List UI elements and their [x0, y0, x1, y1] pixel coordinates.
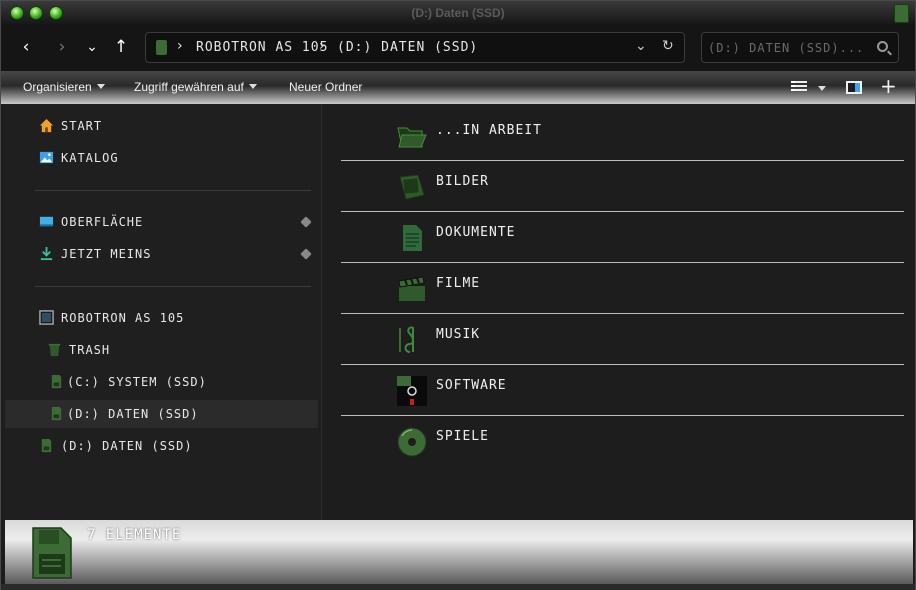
sidebar-item-computer[interactable]: ROBOTRON AS 105 [5, 304, 318, 332]
drive-icon [32, 527, 72, 579]
drive-icon [156, 40, 167, 55]
drive-icon [51, 406, 62, 421]
explorer-window: (D:) Daten (SSD) ‹ › ⌄ ↑ › ROBOTRON AS 1… [0, 0, 916, 590]
search-box[interactable] [701, 32, 899, 63]
item-name: SOFTWARE [436, 378, 507, 393]
search-input[interactable] [708, 39, 868, 57]
command-bar: Organisieren Zugriff gewähren auf Neuer … [1, 71, 915, 104]
sidebar-item-drive-d-2[interactable]: (D:) DATEN (SSD) [5, 432, 318, 460]
gallery-icon [39, 151, 54, 164]
list-item-dokumente[interactable]: DOKUMENTE [341, 212, 904, 263]
sidebar-item-label: START [61, 119, 103, 133]
item-name: BILDER [436, 174, 489, 189]
list-item-musik[interactable]: MUSIK [341, 314, 904, 365]
floppy-icon [397, 376, 427, 406]
trash-icon [48, 343, 61, 357]
sidebar-item-katalog[interactable]: KATALOG [5, 144, 318, 172]
download-icon [40, 246, 53, 261]
drive-icon [894, 4, 909, 23]
drive-icon [51, 374, 62, 389]
window-title: (D:) Daten (SSD) [411, 6, 505, 20]
sidebar-item-jetzt-meins[interactable]: JETZT MEINS [5, 240, 318, 268]
divider [35, 286, 311, 287]
details-pane: 7 ELEMENTE [5, 520, 913, 584]
pin-icon[interactable] [300, 248, 312, 260]
sidebar-item-drive-c[interactable]: (C:) SYSTEM (SSD) [5, 368, 318, 396]
up-button[interactable]: ↑ [110, 36, 132, 58]
sidebar-item-label: (C:) SYSTEM (SSD) [67, 375, 207, 389]
share-menu[interactable]: Zugriff gewähren auf [134, 80, 257, 94]
address-bar[interactable]: › ROBOTRON AS 105 › (D:) DATEN (SSD) ⌄ ↻ [145, 32, 685, 63]
list-item-bilder[interactable]: BILDER [341, 161, 904, 212]
item-name: ...IN ARBEIT [436, 123, 542, 138]
open-folder-icon [397, 127, 427, 148]
drive-icon [41, 438, 52, 453]
clapperboard-icon [398, 276, 425, 301]
forward-button[interactable]: › [51, 36, 73, 58]
sidebar-item-oberflaeche[interactable]: OBERFLÄCHE [5, 208, 318, 236]
chevron-down-icon [248, 84, 257, 89]
home-icon [39, 118, 54, 133]
organise-label: Organisieren [23, 80, 92, 94]
new-folder-button[interactable]: Neuer Ordner [289, 80, 362, 94]
disc-icon [397, 427, 427, 457]
item-count: 7 ELEMENTE [87, 527, 182, 543]
breadcrumb-separator[interactable]: › [177, 38, 183, 54]
item-name: SPIELE [436, 429, 489, 444]
sidebar-item-start[interactable]: START [5, 112, 318, 140]
preview-pane-icon[interactable] [846, 81, 862, 94]
refresh-button[interactable]: ↻ [662, 38, 674, 54]
sidebar-item-label: (D:) DATEN (SSD) [61, 439, 193, 453]
computer-icon [39, 310, 54, 325]
list-item-software[interactable]: SOFTWARE [341, 365, 904, 416]
chevron-down-icon[interactable] [818, 86, 826, 91]
pin-icon[interactable] [300, 216, 312, 228]
item-name: FILME [436, 276, 481, 291]
back-button[interactable]: ‹ [15, 36, 37, 58]
file-list: ...IN ARBEIT BILDER DOKUMENTE FILME MUSI… [323, 104, 915, 520]
pictures-icon [399, 174, 425, 200]
breadcrumb-computer[interactable]: ROBOTRON AS 105 [196, 40, 328, 55]
desktop-icon [39, 216, 54, 227]
navigation-pane: START KATALOG OBERFLÄCHE JETZT MEINS ROB… [5, 104, 322, 520]
list-item-filme[interactable]: FILME [341, 263, 904, 314]
organise-menu[interactable]: Organisieren [23, 80, 105, 94]
window-border [1, 584, 915, 590]
documents-icon [403, 225, 422, 251]
add-icon[interactable]: + [880, 76, 897, 96]
sidebar-item-label: ROBOTRON AS 105 [61, 311, 185, 325]
divider [35, 190, 311, 191]
sidebar-item-label: OBERFLÄCHE [61, 215, 144, 229]
breadcrumb-separator[interactable]: › [319, 38, 325, 54]
breadcrumb-drive[interactable]: (D:) DATEN (SSD) [337, 40, 478, 55]
view-options-icon[interactable] [791, 81, 807, 95]
sidebar-item-label: JETZT MEINS [61, 247, 152, 261]
sidebar-item-trash[interactable]: TRASH [5, 336, 318, 364]
item-name: DOKUMENTE [436, 225, 516, 240]
sidebar-item-label: TRASH [69, 343, 111, 357]
search-icon[interactable] [877, 41, 888, 52]
list-item-spiele[interactable]: SPIELE [341, 416, 904, 467]
chevron-down-icon [96, 84, 105, 89]
sidebar-item-label: (D:) DATEN (SSD) [67, 407, 199, 421]
title-bar: (D:) Daten (SSD) [1, 1, 915, 26]
recent-locations-button[interactable]: ⌄ [81, 36, 103, 58]
navigation-bar: ‹ › ⌄ ↑ › ROBOTRON AS 105 › (D:) DATEN (… [1, 26, 915, 71]
item-name: MUSIK [436, 327, 481, 342]
sidebar-item-label: KATALOG [61, 151, 119, 165]
music-icon [399, 326, 414, 353]
address-history-button[interactable]: ⌄ [635, 38, 647, 54]
sidebar-item-drive-d[interactable]: (D:) DATEN (SSD) [5, 400, 318, 428]
share-label: Zugriff gewähren auf [134, 80, 244, 94]
list-item-in-arbeit[interactable]: ...IN ARBEIT [341, 110, 904, 161]
